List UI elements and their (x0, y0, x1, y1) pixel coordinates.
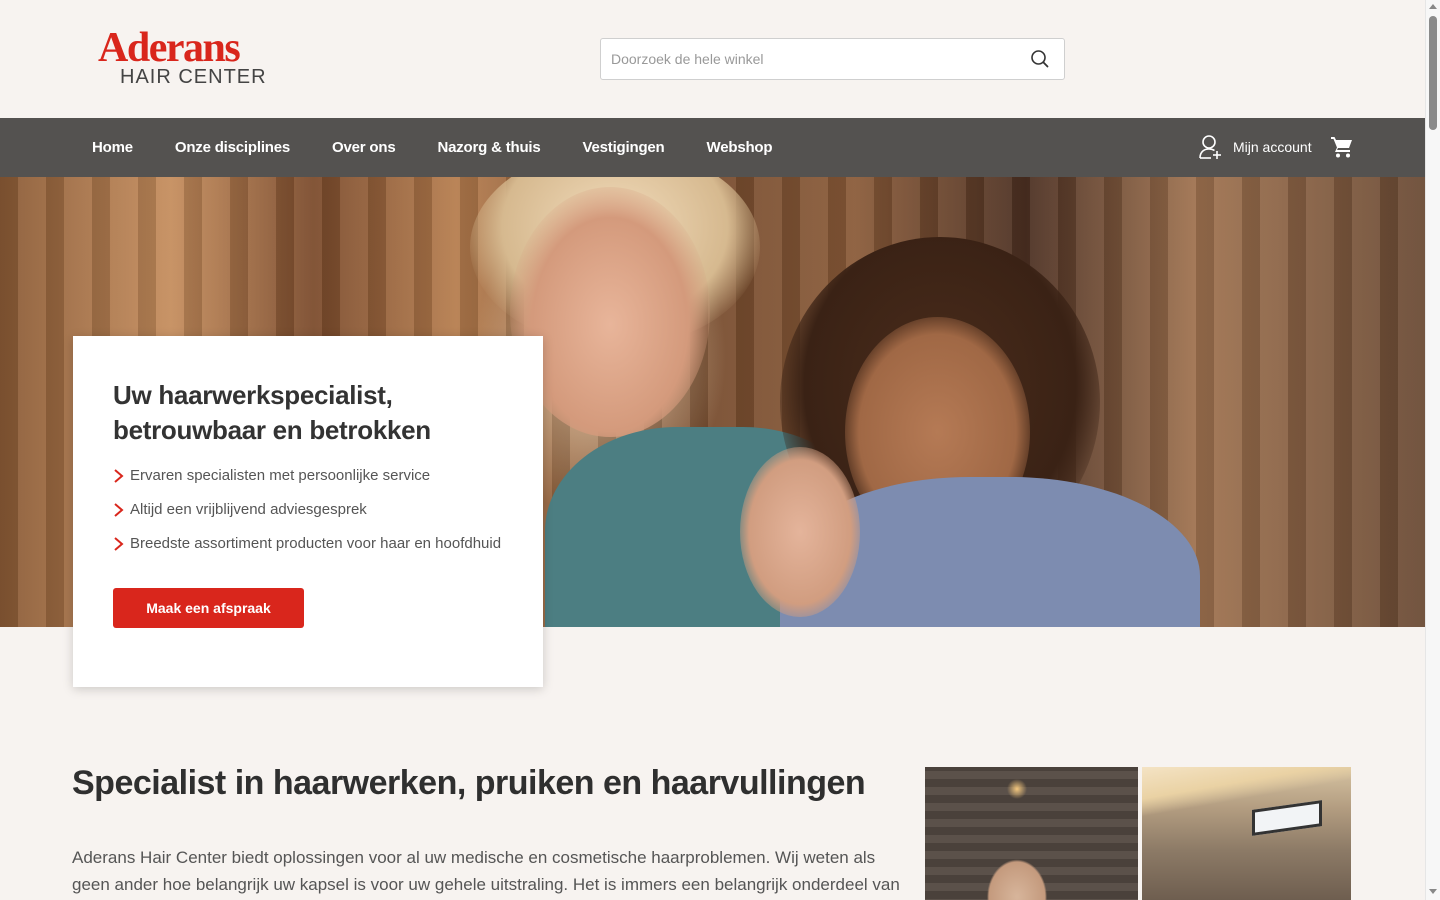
nav-item-onze-disciplines[interactable]: Onze disciplines (154, 139, 311, 156)
hero-title: Uw haarwerkspecialist, betrouwbaar en be… (113, 378, 503, 448)
main-nav: Home Onze disciplines Over ons Nazorg & … (0, 118, 1425, 177)
user-add-icon (1199, 135, 1221, 159)
nav-item-webshop[interactable]: Webshop (686, 139, 794, 156)
shopping-cart-icon[interactable] (1330, 135, 1354, 159)
bullet-text: Breedste assortiment producten voor haar… (130, 535, 502, 552)
make-appointment-button[interactable]: Maak een afspraak (113, 588, 304, 628)
hero-title-line-1: Uw haarwerkspecialist, (113, 380, 393, 410)
hero-card: Uw haarwerkspecialist, betrouwbaar en be… (73, 336, 543, 687)
nav-item-vestigingen[interactable]: Vestigingen (562, 139, 686, 156)
chevron-right-icon (114, 537, 124, 551)
header: Aderans HAIR CENTER (0, 0, 1425, 118)
chevron-right-icon (114, 469, 124, 483)
search-box (600, 38, 1065, 80)
logo[interactable]: Aderans HAIR CENTER (98, 25, 284, 88)
scroll-down-arrow-icon[interactable] (1429, 889, 1437, 894)
nav-item-nazorg-thuis[interactable]: Nazorg & thuis (416, 139, 561, 156)
logo-sub-text: HAIR CENTER (120, 66, 267, 88)
list-item: Altijd een vrijblijvend adviesgesprek (113, 498, 503, 522)
scrollbar-thumb[interactable] (1429, 16, 1437, 130)
search-icon[interactable] (1030, 49, 1050, 69)
section-text: Aderans Hair Center biedt oplossingen vo… (72, 848, 900, 894)
hero-title-line-2: betrouwbaar en betrokken (113, 415, 431, 445)
list-item: Ervaren specialisten met persoonlijke se… (113, 464, 503, 488)
specialist-photo-1 (925, 767, 1138, 900)
logo-main-text: Aderans (98, 25, 241, 71)
section-title: Specialist in haarwerken, pruiken en haa… (72, 764, 866, 802)
nav-item-home[interactable]: Home (71, 139, 154, 156)
page: Aderans HAIR CENTER Home Onze discipline… (0, 0, 1425, 900)
search-input[interactable] (601, 39, 1021, 79)
nav-item-over-ons[interactable]: Over ons (311, 139, 416, 156)
bullet-text: Ervaren specialisten met persoonlijke se… (130, 467, 431, 484)
hero-bullet-list: Ervaren specialisten met persoonlijke se… (113, 464, 503, 556)
vertical-scrollbar[interactable] (1425, 0, 1440, 900)
account-label: Mijn account (1233, 139, 1312, 155)
scroll-up-arrow-icon[interactable] (1429, 4, 1437, 9)
list-item: Breedste assortiment producten voor haar… (113, 532, 503, 556)
chevron-right-icon (114, 503, 124, 517)
account-link[interactable]: Mijn account (1199, 134, 1312, 160)
salon-photo-2 (1142, 767, 1351, 900)
bullet-text: Altijd een vrijblijvend adviesgesprek (130, 501, 367, 518)
